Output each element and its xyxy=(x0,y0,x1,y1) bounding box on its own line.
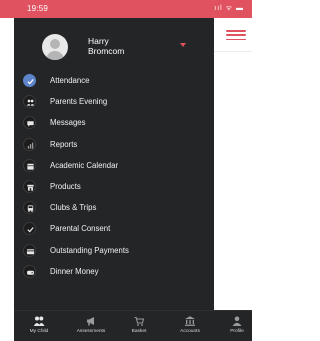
user-last-name: Bromcom xyxy=(88,45,125,56)
main-content xyxy=(214,18,252,323)
menu-item-label: Academic Calendar xyxy=(50,160,119,170)
menu-item-parental-consent[interactable]: Parental Consent xyxy=(14,218,214,239)
tab-label: My Child xyxy=(29,329,49,334)
navigation-drawer: Harry Bromcom Attendance Parents Evening xyxy=(14,18,214,323)
hamburger-menu-icon[interactable] xyxy=(226,30,246,40)
tab-basket[interactable]: Basket xyxy=(118,311,160,341)
tab-label: Profile xyxy=(230,329,244,334)
tab-label: Accounts xyxy=(180,329,200,334)
menu-item-label: Clubs & Trips xyxy=(50,203,97,213)
drawer-menu: Attendance Parents Evening Messages Repo… xyxy=(14,70,214,282)
tab-label: Basket xyxy=(131,329,147,334)
menu-item-label: Parental Consent xyxy=(50,224,111,234)
menu-item-clubs-trips[interactable]: Clubs & Trips xyxy=(14,197,214,218)
menu-item-academic-calendar[interactable]: Academic Calendar xyxy=(14,155,214,176)
menu-item-label: Attendance xyxy=(50,76,90,85)
wallet-icon xyxy=(23,264,36,278)
chat-icon xyxy=(23,116,36,130)
menu-item-label: Messages xyxy=(50,118,86,128)
status-bar: 19:59 ııl ᯤ ▬ xyxy=(0,0,252,18)
profile-switcher[interactable]: Harry Bromcom xyxy=(14,18,214,74)
menu-item-label: Products xyxy=(50,181,81,191)
megaphone-icon xyxy=(87,317,94,326)
bus-icon xyxy=(23,201,36,215)
check-icon xyxy=(23,222,36,236)
bar-chart-icon xyxy=(23,137,36,151)
card-icon xyxy=(23,243,36,257)
user-name: Harry Bromcom xyxy=(88,36,125,56)
tab-accounts[interactable]: Accounts xyxy=(168,311,212,341)
status-time: 19:59 xyxy=(27,4,49,13)
tab-profile[interactable]: Profile xyxy=(222,311,252,341)
tab-my-child[interactable]: My Child xyxy=(14,311,64,341)
bottom-tab-bar: My Child Assessments Basket Accounts Pro… xyxy=(14,310,252,341)
menu-item-attendance[interactable]: Attendance xyxy=(14,70,214,91)
menu-item-outstanding-payments[interactable]: Outstanding Payments xyxy=(14,240,214,261)
menu-item-label: Reports xyxy=(50,139,78,149)
avatar xyxy=(42,34,68,60)
children-icon xyxy=(33,316,45,326)
menu-item-messages[interactable]: Messages xyxy=(14,112,214,133)
menu-item-label: Outstanding Payments xyxy=(50,245,129,255)
bank-icon xyxy=(185,316,195,326)
people-icon xyxy=(23,95,36,109)
shop-icon xyxy=(23,179,36,193)
menu-item-dinner-money[interactable]: Dinner Money xyxy=(14,261,214,282)
menu-item-reports[interactable]: Reports xyxy=(14,134,214,155)
app-screen: 19:59 ııl ᯤ ▬ Harry Bromcom Attendance P… xyxy=(0,0,252,341)
tab-assessments[interactable]: Assessments xyxy=(64,311,118,341)
caret-down-icon[interactable] xyxy=(180,43,186,47)
person-icon xyxy=(232,316,242,326)
calendar-icon xyxy=(23,158,36,172)
tab-label: Assessments xyxy=(76,329,106,334)
menu-item-label: Dinner Money xyxy=(50,266,99,276)
status-indicators: ııl ᯤ ▬ xyxy=(214,5,244,12)
menu-item-parents-evening[interactable]: Parents Evening xyxy=(14,91,214,112)
header-divider xyxy=(214,51,252,52)
cart-icon xyxy=(134,317,145,326)
menu-item-products[interactable]: Products xyxy=(14,176,214,197)
check-icon xyxy=(23,74,36,87)
menu-item-label: Parents Evening xyxy=(50,97,108,107)
